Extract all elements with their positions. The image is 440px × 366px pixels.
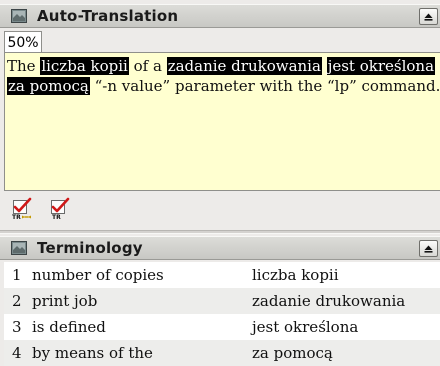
table-row[interactable]: 3 is defined jest określona bbox=[4, 314, 440, 340]
terminology-title: Terminology bbox=[37, 239, 143, 257]
row-number: 2 bbox=[12, 292, 22, 310]
svg-text:TR: TR bbox=[52, 214, 61, 221]
terminology-header: Terminology bbox=[0, 236, 440, 260]
translation-line-1: The liczba kopii of a zadanie drukowania… bbox=[7, 56, 439, 76]
insert-translation-icon: TR bbox=[12, 197, 32, 221]
source-term: is defined bbox=[32, 318, 106, 336]
row-number: 3 bbox=[12, 318, 22, 336]
matched-term[interactable]: jest określona bbox=[326, 57, 436, 75]
pane-icon bbox=[11, 9, 27, 23]
maximize-button[interactable] bbox=[419, 8, 438, 25]
eject-icon bbox=[424, 245, 433, 253]
auto-translation-text[interactable]: The liczba kopii of a zadanie drukowania… bbox=[7, 56, 440, 96]
source-term: by means of the bbox=[32, 344, 153, 362]
text-segment: “-n value” parameter with the “lp” comma… bbox=[89, 77, 440, 95]
text-segment bbox=[322, 57, 327, 75]
text-segment: The bbox=[7, 57, 41, 75]
matched-term[interactable]: liczba kopii bbox=[40, 57, 129, 75]
insert-translation-button[interactable]: TR bbox=[10, 197, 34, 221]
table-row[interactable]: 4 by means of the za pomocą bbox=[4, 340, 440, 366]
source-term: number of copies bbox=[32, 266, 164, 284]
auto-translation-header: Auto-Translation bbox=[0, 4, 440, 28]
terminology-table[interactable]: 1 number of copies liczba kopii 2 print … bbox=[4, 262, 440, 366]
target-term: za pomocą bbox=[252, 344, 333, 362]
table-row[interactable]: 1 number of copies liczba kopii bbox=[4, 262, 440, 288]
replace-translation-button[interactable]: TR bbox=[48, 197, 72, 221]
source-term: print job bbox=[32, 292, 98, 310]
tab-match-percent[interactable]: 50% bbox=[4, 31, 42, 53]
matched-term[interactable]: zadanie drukowania bbox=[166, 57, 322, 75]
pane-splitter[interactable] bbox=[0, 230, 440, 234]
table-row[interactable]: 2 print job zadanie drukowania bbox=[4, 288, 440, 314]
matched-term[interactable]: za pomocą bbox=[7, 77, 90, 95]
target-term: liczba kopii bbox=[252, 266, 339, 284]
row-number: 4 bbox=[12, 344, 22, 362]
app-window: Auto-Translation 50% The liczba kopii of… bbox=[0, 0, 440, 366]
auto-translation-panel[interactable]: The liczba kopii of a zadanie drukowania… bbox=[4, 52, 440, 191]
maximize-button[interactable] bbox=[419, 240, 438, 257]
replace-translation-icon: TR bbox=[51, 197, 70, 221]
target-term: jest określona bbox=[252, 318, 359, 336]
translation-line-2: za pomocą “-n value” parameter with the … bbox=[7, 76, 440, 96]
pane-icon bbox=[11, 241, 27, 255]
eject-icon bbox=[424, 13, 433, 21]
auto-translation-title: Auto-Translation bbox=[37, 7, 179, 25]
svg-text:TR: TR bbox=[12, 214, 21, 221]
row-number: 1 bbox=[12, 266, 22, 284]
text-segment: of a bbox=[128, 57, 167, 75]
target-term: zadanie drukowania bbox=[252, 292, 406, 310]
